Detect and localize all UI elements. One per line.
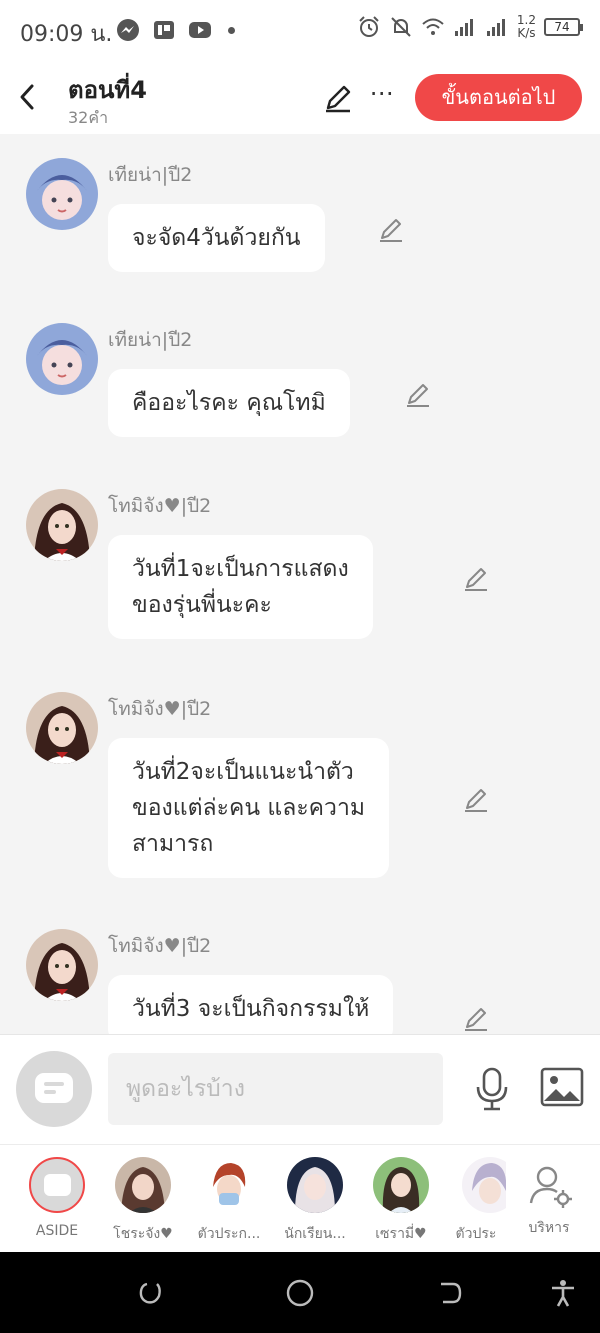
signal-icon <box>454 19 473 36</box>
mute-bell-icon <box>391 17 411 37</box>
avatar <box>462 1157 506 1213</box>
alarm-icon <box>359 16 379 37</box>
episode-title: ตอนที่4 <box>68 76 147 104</box>
character-label: โชระจัง♥ <box>113 1226 173 1242</box>
episode-header: ตอนที่4 32คำ ⋯ ขั้นตอนต่อไป <box>0 62 600 134</box>
message-bubble[interactable]: คืออะไรคะ คุณโทมิ <box>108 369 350 437</box>
next-step-button[interactable]: ขั้นตอนต่อไป <box>415 74 582 121</box>
edit-pencil-icon[interactable] <box>322 82 354 114</box>
youtube-icon <box>189 22 211 38</box>
character-item[interactable]: นักเรียน... <box>274 1157 356 1245</box>
character-item[interactable]: โชระจัง♥ <box>102 1157 184 1245</box>
signal-2-icon <box>486 19 505 36</box>
home-icon[interactable] <box>285 1278 315 1308</box>
word-count: 32คำ <box>68 108 109 127</box>
accessibility-icon[interactable] <box>548 1278 578 1308</box>
sender-name: โทมิจัง♥|ปี2 <box>108 935 212 957</box>
app-notification-icon <box>154 21 174 39</box>
speech-bubble-icon <box>44 1174 71 1196</box>
more-options-icon[interactable]: ⋯ <box>366 81 398 114</box>
edit-message-icon[interactable] <box>404 381 432 409</box>
message-bubble[interactable]: วันที่3 จะเป็นกิจกรรมให้ <box>108 975 394 1034</box>
chat-messages[interactable]: เทียน่า|ปี2 จะจัด4วันด้วยกัน เทียน่า|ปี2… <box>0 134 600 1034</box>
sender-name: เทียน่า|ปี2 <box>108 164 193 186</box>
messenger-icon <box>117 19 139 41</box>
character-item[interactable]: เซรามี่♥ <box>360 1157 442 1245</box>
back-nav-icon[interactable] <box>435 1278 465 1308</box>
message-bubble[interactable]: วันที่1จะเป็นการแสดง ของรุ่นพี่นะคะ <box>108 535 373 639</box>
recents-icon[interactable] <box>135 1278 165 1308</box>
back-icon[interactable] <box>14 80 44 114</box>
manage-users-icon <box>529 1166 572 1208</box>
battery-indicator: 74 <box>544 18 583 36</box>
message-bubble[interactable]: จะจัด4วันด้วยกัน <box>108 204 325 272</box>
sender-name: เทียน่า|ปี2 <box>108 329 193 351</box>
sender-name: โทมิจัง♥|ปี2 <box>108 495 212 517</box>
character-label: บริหาร <box>528 1220 570 1236</box>
avatar[interactable] <box>26 323 98 395</box>
message-input[interactable] <box>108 1053 443 1125</box>
character-label: ตัวประ <box>455 1226 497 1242</box>
manage-characters-button[interactable]: บริหาร <box>508 1157 590 1239</box>
character-item[interactable]: ตัวประ <box>446 1157 506 1245</box>
avatar <box>287 1157 343 1213</box>
system-nav-bar <box>0 1252 600 1333</box>
character-aside[interactable]: ASIDE <box>16 1157 98 1239</box>
speech-bubble-icon <box>35 1073 73 1103</box>
edit-message-icon[interactable] <box>462 1005 490 1033</box>
avatar[interactable] <box>26 929 98 1001</box>
avatar[interactable] <box>26 692 98 764</box>
edit-message-icon[interactable] <box>462 565 490 593</box>
character-label: เซรามี่♥ <box>375 1226 427 1242</box>
edit-message-icon[interactable] <box>377 216 405 244</box>
character-label: ตัวประก... <box>197 1226 261 1242</box>
image-icon[interactable] <box>540 1067 584 1107</box>
message-bubble[interactable]: วันที่2จะเป็นแนะนำตัว ของแต่ล่ะคน และควา… <box>108 738 390 878</box>
network-speed: 1.2 K/s <box>516 13 536 40</box>
character-label: ASIDE <box>35 1223 79 1239</box>
avatar <box>201 1157 257 1213</box>
microphone-icon[interactable] <box>472 1067 512 1111</box>
avatar <box>373 1157 429 1213</box>
message-composer <box>0 1034 600 1144</box>
avatar <box>115 1157 171 1213</box>
avatar[interactable] <box>26 158 98 230</box>
aside-toggle-button[interactable] <box>16 1051 92 1127</box>
avatar[interactable] <box>26 489 98 561</box>
character-item[interactable]: ตัวประก... <box>188 1157 270 1245</box>
character-selector: ASIDE โชระจัง♥ ตัวประก... นักเรียน... เซ… <box>0 1144 600 1252</box>
sender-name: โทมิจัง♥|ปี2 <box>108 698 212 720</box>
status-bar: 09:09 น. 1.2 K/s 74 <box>0 0 600 62</box>
edit-message-icon[interactable] <box>462 786 490 814</box>
wifi-icon <box>422 18 444 35</box>
character-label: นักเรียน... <box>284 1226 346 1242</box>
status-time: 09:09 น. <box>20 22 113 47</box>
more-notifications-dot <box>228 26 235 34</box>
